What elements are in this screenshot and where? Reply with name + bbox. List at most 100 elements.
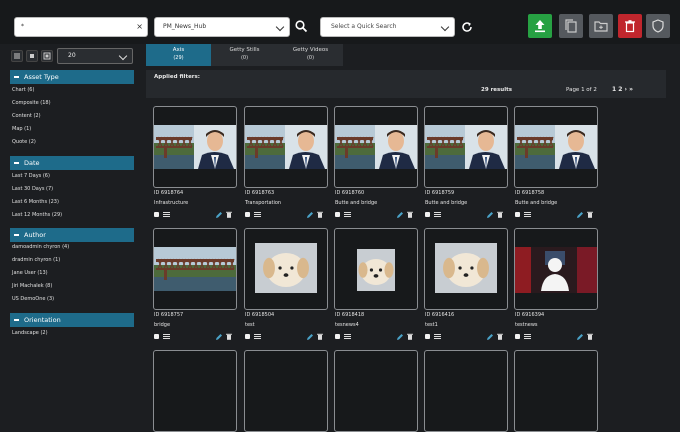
facet-header[interactable]: Date (10, 156, 134, 170)
facet-item[interactable]: Last 7 Days (6) (12, 173, 50, 179)
select-checkbox[interactable] (515, 212, 520, 217)
trash-icon[interactable] (226, 333, 232, 340)
facet-item[interactable]: Jane User (13) (12, 270, 48, 276)
menu-icon[interactable] (254, 212, 261, 217)
list-view-button[interactable] (11, 50, 23, 62)
facet-item[interactable]: Quote (2) (12, 139, 36, 145)
asset-thumbnail[interactable] (334, 350, 418, 432)
select-checkbox[interactable] (245, 212, 250, 217)
asset-thumbnail[interactable] (244, 350, 328, 432)
edit-icon[interactable] (306, 211, 314, 219)
select-checkbox[interactable] (425, 334, 430, 339)
asset-thumbnail[interactable] (424, 228, 508, 310)
facet-item[interactable]: Content (2) (12, 113, 41, 119)
facet-header[interactable]: Author (10, 228, 134, 242)
edit-icon[interactable] (215, 333, 223, 341)
facet-item[interactable]: Map (1) (12, 126, 31, 132)
edit-icon[interactable] (486, 333, 494, 341)
trash-icon[interactable] (317, 333, 323, 340)
search-input-value[interactable]: * (21, 23, 24, 30)
facet-item[interactable]: Last 30 Days (7) (12, 186, 53, 192)
asset-thumbnail[interactable] (244, 228, 328, 310)
trash-icon[interactable] (497, 333, 503, 340)
edit-icon[interactable] (576, 211, 584, 219)
upload-icon (535, 20, 545, 33)
facet-item[interactable]: dradmin chyron (1) (12, 257, 60, 263)
facet-header[interactable]: Orientation (10, 313, 134, 327)
asset-thumbnail[interactable] (334, 106, 418, 188)
select-checkbox[interactable] (154, 334, 159, 339)
per-page-select[interactable]: 20 (57, 48, 133, 64)
menu-icon[interactable] (434, 334, 441, 339)
trash-icon[interactable] (587, 333, 593, 340)
select-checkbox[interactable] (425, 212, 430, 217)
edit-icon[interactable] (396, 211, 404, 219)
facet-item[interactable]: Jiri Machalek (8) (12, 283, 52, 289)
menu-icon[interactable] (524, 212, 531, 217)
asset-thumbnail[interactable] (153, 106, 237, 188)
asset-thumbnail[interactable] (514, 350, 598, 432)
trash-icon[interactable] (317, 211, 323, 218)
menu-icon[interactable] (344, 212, 351, 217)
facet-header[interactable]: Asset Type (10, 70, 134, 84)
tab-getty-videos[interactable]: Getty Videos (0) (278, 44, 343, 66)
asset-title: test (245, 322, 255, 328)
facet-item[interactable]: US DemoOne (3) (12, 296, 54, 302)
select-checkbox[interactable] (515, 334, 520, 339)
asset-thumbnail[interactable] (514, 228, 598, 310)
next-page-icon[interactable]: › (625, 86, 627, 93)
menu-icon[interactable] (524, 334, 531, 339)
last-page-icon[interactable]: » (629, 86, 633, 93)
asset-thumbnail[interactable] (244, 106, 328, 188)
facet-item[interactable]: Last 12 Months (29) (12, 212, 62, 218)
select-checkbox[interactable] (245, 334, 250, 339)
tab-getty-stills[interactable]: Getty Stills (0) (212, 44, 277, 66)
delete-button[interactable] (618, 14, 642, 38)
folder-icon (594, 21, 608, 32)
clear-search-icon[interactable]: × (136, 22, 143, 31)
move-to-folder-button[interactable] (589, 14, 613, 38)
upload-button[interactable] (528, 14, 552, 38)
large-grid-view-button[interactable] (41, 50, 53, 62)
menu-icon[interactable] (163, 212, 170, 217)
folder-select[interactable]: PM_News_Hub (154, 17, 290, 37)
menu-icon[interactable] (344, 334, 351, 339)
facet-item[interactable]: Composite (18) (12, 100, 51, 106)
search-input[interactable]: * × (14, 17, 148, 37)
page-numbers[interactable]: 1 2 (612, 86, 622, 93)
trash-icon[interactable] (407, 333, 413, 340)
copy-button[interactable] (559, 14, 583, 38)
select-checkbox[interactable] (335, 334, 340, 339)
trash-icon[interactable] (407, 211, 413, 218)
quick-search-select[interactable]: Select a Quick Search (320, 17, 455, 37)
menu-icon[interactable] (254, 334, 261, 339)
select-checkbox[interactable] (154, 212, 159, 217)
asset-thumbnail[interactable] (424, 350, 508, 432)
trash-icon[interactable] (497, 211, 503, 218)
trash-icon[interactable] (226, 211, 232, 218)
menu-icon[interactable] (163, 334, 170, 339)
edit-icon[interactable] (486, 211, 494, 219)
trash-icon[interactable] (587, 211, 593, 218)
menu-icon[interactable] (434, 212, 441, 217)
tab-axis[interactable]: Axis (29) (146, 44, 211, 66)
refresh-icon[interactable] (461, 21, 473, 35)
small-grid-view-button[interactable] (26, 50, 38, 62)
select-checkbox[interactable] (335, 212, 340, 217)
asset-thumbnail[interactable] (334, 228, 418, 310)
edit-icon[interactable] (396, 333, 404, 341)
asset-thumbnail[interactable] (424, 106, 508, 188)
edit-icon[interactable] (576, 333, 584, 341)
edit-icon[interactable] (215, 211, 223, 219)
asset-thumbnail[interactable] (153, 350, 237, 432)
facet-item[interactable]: Last 6 Months (23) (12, 199, 59, 205)
facet-item[interactable]: Chart (6) (12, 87, 34, 93)
facet-item[interactable]: damoadmin chyron (4) (12, 244, 69, 250)
asset-thumbnail[interactable] (514, 106, 598, 188)
facet-item[interactable]: Landscape (2) (12, 330, 48, 336)
asset-id: ID 6918418 (335, 312, 365, 318)
edit-icon[interactable] (306, 333, 314, 341)
permissions-button[interactable] (646, 14, 670, 38)
search-icon[interactable] (295, 20, 308, 35)
asset-thumbnail[interactable] (153, 228, 237, 310)
